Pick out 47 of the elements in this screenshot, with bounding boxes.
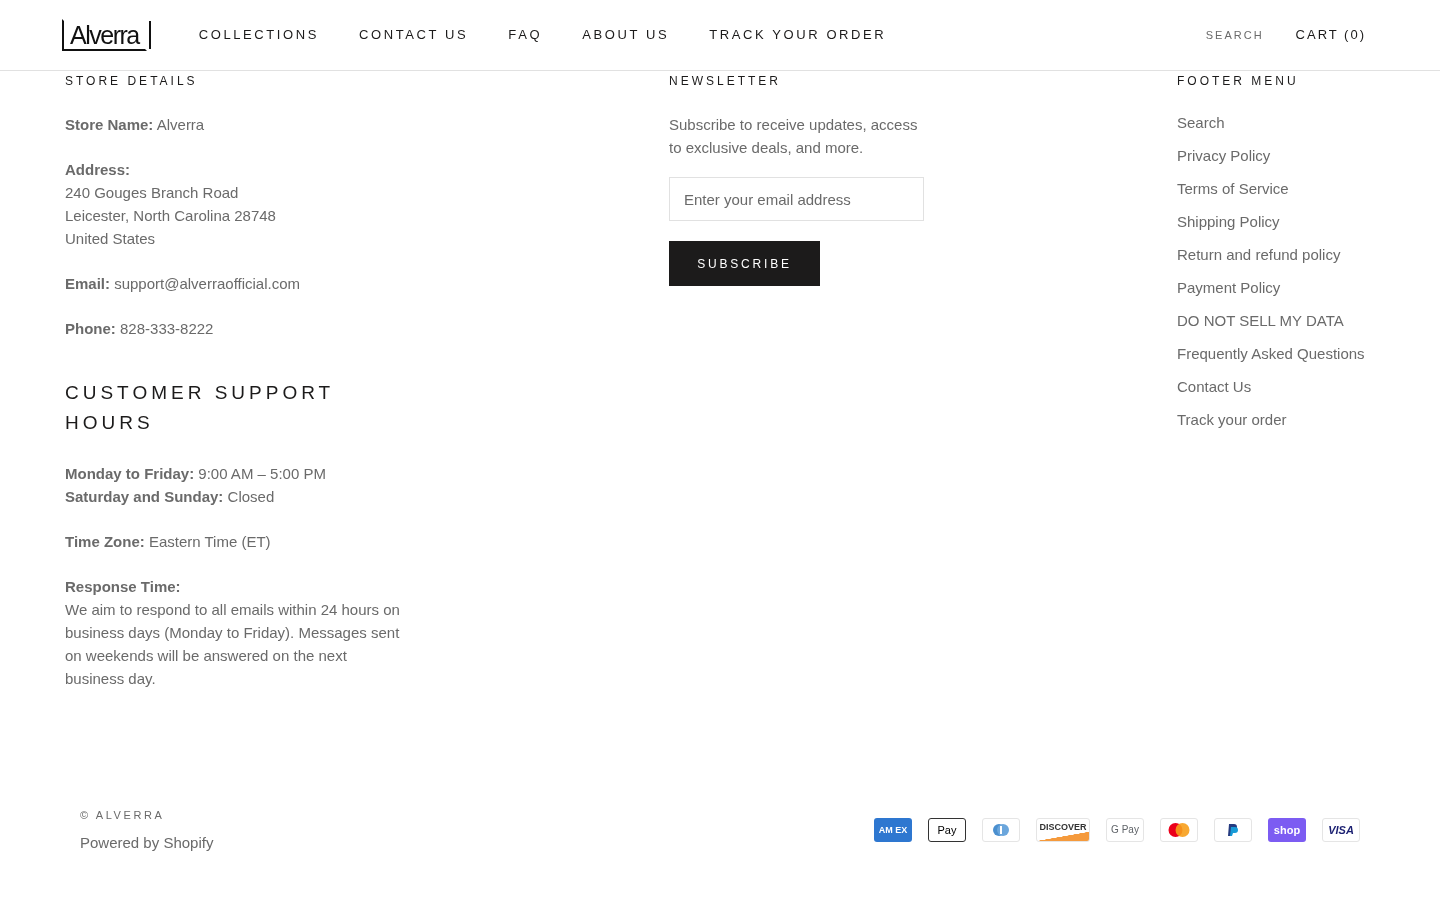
visa-logo: VISA <box>1322 818 1360 842</box>
shop-pay-logo: shop <box>1268 818 1306 842</box>
email-field[interactable]: Enter your email address <box>669 177 924 221</box>
detail-text: Monday to Friday: 9:00 AM – 5:00 PM <box>65 464 327 484</box>
diners-logo <box>982 818 1020 842</box>
paypal-logo <box>1214 818 1252 842</box>
footer-link[interactable]: Shipping Policy <box>1177 210 1440 233</box>
footer-link[interactable]: Terms of Service <box>1177 177 1440 200</box>
subscribe-button[interactable]: SUBSCRIBE <box>669 241 820 286</box>
section-heading: FOOTER MENU <box>1177 75 1300 87</box>
detail-text: We aim to respond to all emails within 24 hours on business days (Monday to Friday). Messages sent on weekends will be answered on the next business day. <box>65 600 401 689</box>
search-link[interactable]: SEARCH <box>1205 26 1264 44</box>
footer-link[interactable]: Return and refund policy <box>1177 243 1440 266</box>
section-heading: NEWSLETTER <box>669 75 782 87</box>
google-pay-logo: G Pay <box>1106 818 1144 842</box>
detail-text: Time Zone: Eastern Time (ET) <box>65 532 272 552</box>
footer-link[interactable]: Contact Us <box>1177 375 1440 398</box>
nav-link[interactable]: CONTACT US <box>359 25 469 45</box>
detail-text: United States <box>65 229 157 249</box>
section-heading: CUSTOMER SUPPORT HOURS <box>65 381 335 435</box>
footer-link[interactable]: Frequently Asked Questions <box>1177 342 1440 365</box>
footer-link[interactable]: Privacy Policy <box>1177 144 1440 167</box>
mastercard-logo <box>1160 818 1198 842</box>
detail-text: Phone: 828-333-8222 <box>65 319 215 339</box>
detail-text: Email: support@alverraofficial.com <box>65 274 302 294</box>
footer-link[interactable]: Search <box>1177 111 1440 134</box>
amex-logo: AM EX <box>874 818 912 842</box>
nav-link[interactable]: TRACK YOUR ORDER <box>709 25 887 45</box>
footer-link[interactable]: DO NOT SELL MY DATA <box>1177 309 1440 332</box>
detail-text: Leicester, North Carolina 28748 <box>65 206 277 226</box>
nav-link[interactable]: ABOUT US <box>582 25 670 45</box>
detail-text: 240 Gouges Branch Road <box>65 183 240 203</box>
apple-pay-logo: Pay <box>928 818 966 842</box>
footer-link[interactable]: Payment Policy <box>1177 276 1440 299</box>
newsletter-text: Subscribe to receive updates, access to exclusive deals, and more. <box>669 115 919 158</box>
copyright-text: © ALVERRA <box>80 808 166 823</box>
section-heading: STORE DETAILS <box>65 75 199 87</box>
detail-text: Address: <box>65 160 132 180</box>
detail-text: Saturday and Sunday: Closed <box>65 487 276 507</box>
footer-link[interactable]: Track your order <box>1177 408 1440 431</box>
detail-text: Store Name: Alverra <box>65 115 206 135</box>
powered-by-link[interactable]: Powered by Shopify <box>80 831 214 854</box>
detail-text: Response Time: <box>65 577 182 597</box>
nav-link[interactable]: FAQ <box>508 25 543 45</box>
discover-logo: DISCOVER <box>1036 818 1090 842</box>
nav-link[interactable]: COLLECTIONS <box>198 25 320 45</box>
cart-link[interactable]: CART (0) <box>1295 25 1366 45</box>
